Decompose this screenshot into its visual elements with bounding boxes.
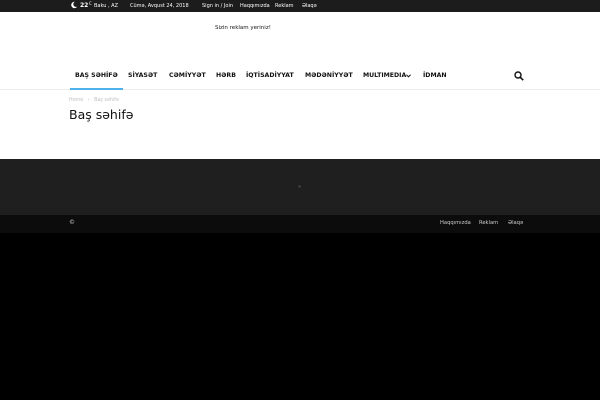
nav-item-culture[interactable]: MƏDƏNİYYƏT <box>305 72 353 79</box>
nav-item-sport[interactable]: İDMAN <box>423 72 447 79</box>
contact-link[interactable]: Əlaqə <box>302 3 317 9</box>
chevron-down-icon <box>406 74 411 78</box>
search-icon[interactable] <box>514 71 524 81</box>
footer-link-about[interactable]: Haqqımızda <box>440 220 471 226</box>
moon-icon <box>71 1 78 9</box>
ad-placeholder[interactable]: Sizin reklam yeriniz! <box>215 25 271 31</box>
nav-item-politics[interactable]: SİYASƏT <box>128 72 157 79</box>
breadcrumb-current: Baş səhifə <box>94 98 119 103</box>
nav-item-multimedia[interactable]: MULTIMEDIA <box>363 72 406 79</box>
footer-logo: » <box>298 184 302 190</box>
nav-item-society[interactable]: CƏMİYYƏT <box>169 72 206 79</box>
main-nav: BAŞ SƏHİFƏ SİYASƏT CƏMİYYƏT HƏRB İQTİSAD… <box>0 64 600 90</box>
nav-item-military[interactable]: HƏRB <box>216 72 236 79</box>
footer-link-ads[interactable]: Reklam <box>479 220 498 226</box>
footer-link-contact[interactable]: Əlaqə <box>508 220 523 226</box>
location: Baku , AZ <box>94 3 119 9</box>
page-content: Home › Baş səhifə Baş səhifə <box>0 90 600 159</box>
top-bar: 22 C Baku , AZ Cümə, Avqust 24, 2018 Sig… <box>0 0 600 12</box>
breadcrumb-separator: › <box>87 98 90 103</box>
signin-link[interactable]: Sign in / Join <box>202 3 233 9</box>
page-bottom-area <box>0 233 600 400</box>
copyright: © <box>69 219 75 226</box>
breadcrumb-home[interactable]: Home <box>69 98 83 103</box>
footer: » <box>0 159 600 215</box>
temperature: 22 <box>80 2 89 9</box>
nav-item-economy[interactable]: İQTİSADİYYAT <box>246 72 294 79</box>
page-title: Baş səhifə <box>69 107 134 122</box>
degree-unit: C <box>89 1 92 6</box>
about-link[interactable]: Haqqımızda <box>240 3 270 9</box>
breadcrumb: Home › Baş səhifə <box>69 98 122 103</box>
ads-link[interactable]: Reklam <box>275 3 294 9</box>
sub-footer: © Haqqımızda Reklam Əlaqə <box>0 215 600 233</box>
date: Cümə, Avqust 24, 2018 <box>130 3 189 9</box>
nav-item-home[interactable]: BAŞ SƏHİFƏ <box>75 72 118 79</box>
